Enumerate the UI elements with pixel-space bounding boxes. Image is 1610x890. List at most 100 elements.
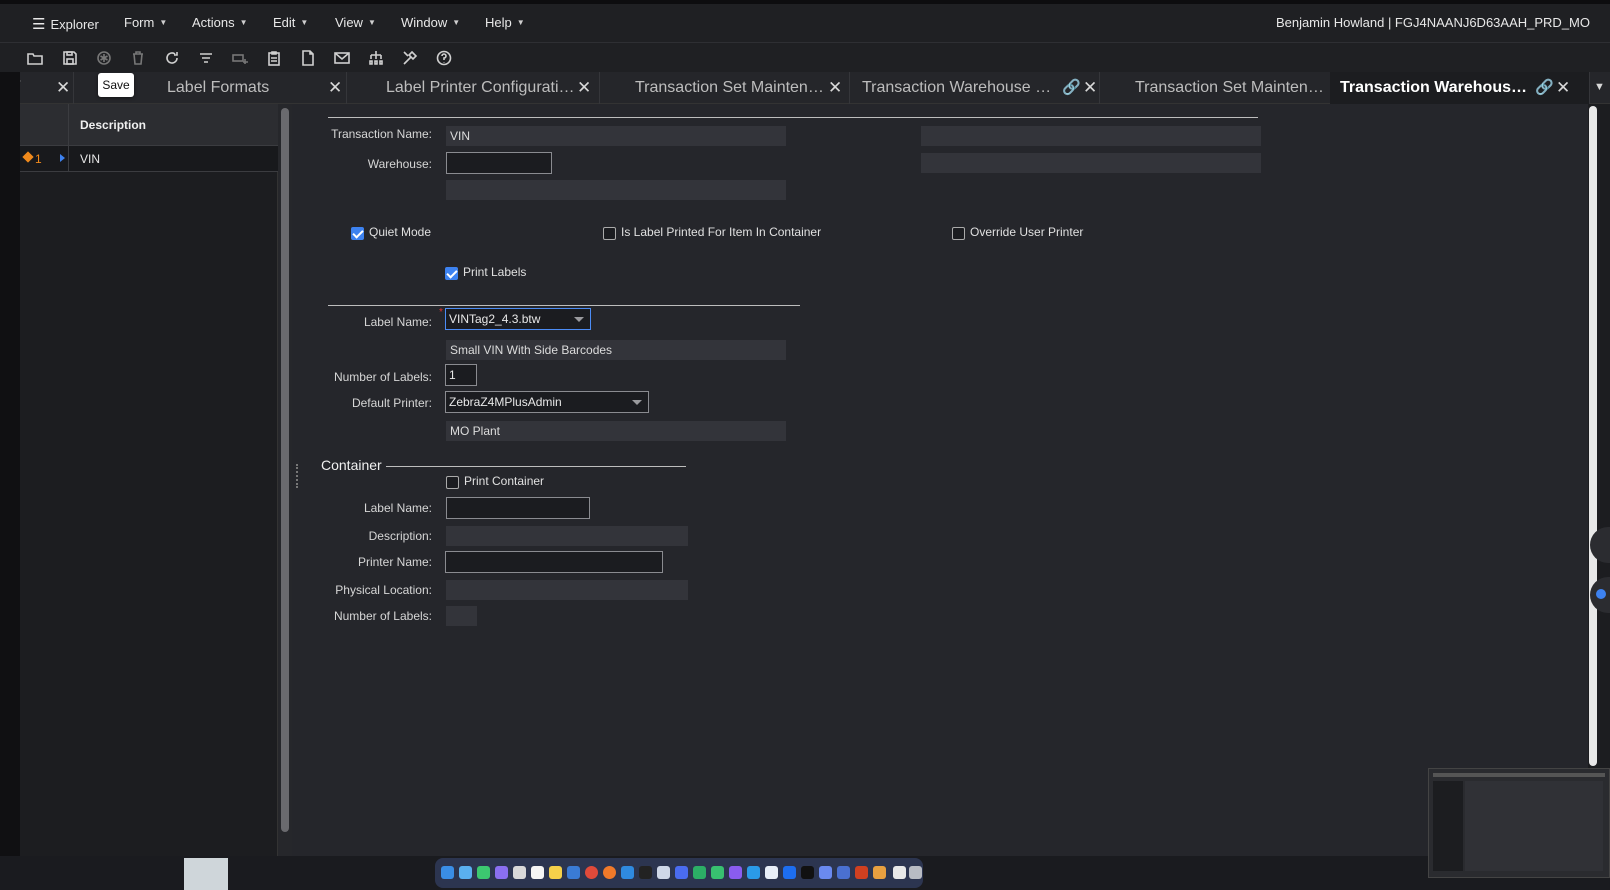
app-icon[interactable]	[855, 866, 868, 879]
delete-icon[interactable]	[127, 47, 149, 69]
user-info-text: Benjamin Howland | FGJ4NAANJ6D63AAH_PRD_…	[1275, 15, 1590, 30]
container-printer-name-input[interactable]	[445, 551, 663, 573]
window-preview-thumbnail[interactable]	[1428, 768, 1610, 878]
number-of-labels-input[interactable]: 1	[445, 364, 477, 386]
link-icon[interactable]: 🔗	[1062, 78, 1081, 96]
menu-form[interactable]: Form ▼	[124, 15, 167, 30]
print-labels-checkbox[interactable]	[445, 267, 458, 280]
default-printer-combobox[interactable]: ZebraZ4MPlusAdmin	[445, 391, 649, 413]
close-icon[interactable]: ✕	[328, 78, 342, 98]
menu-label: Help	[485, 15, 512, 30]
mail-app-icon[interactable]	[459, 866, 472, 879]
finder-icon[interactable]	[441, 866, 454, 879]
menu-view[interactable]: View ▼	[335, 15, 376, 30]
chevron-down-icon[interactable]: ▼	[1594, 81, 1605, 93]
app-icon[interactable]	[711, 866, 724, 879]
app-icon[interactable]	[801, 866, 814, 879]
dropdown-arrow-icon[interactable]	[632, 400, 642, 405]
window-thumbnail[interactable]	[184, 858, 228, 890]
app-icon[interactable]	[873, 866, 886, 879]
menu-window[interactable]: Window ▼	[401, 15, 460, 30]
printer-location-field: MO Plant	[446, 421, 786, 441]
tab-transaction-set-maintenance[interactable]: Transaction Set Mainten… ✕	[600, 72, 850, 104]
container-description-field	[446, 526, 688, 546]
mail-icon[interactable]	[331, 47, 353, 69]
warehouse-input[interactable]	[446, 152, 552, 174]
tab-overflow[interactable]: ▼	[1590, 72, 1610, 104]
print-container-checkbox[interactable]	[446, 476, 459, 489]
scrollbar-thumb[interactable]	[1589, 106, 1597, 766]
transaction-name-field: VIN	[446, 126, 786, 146]
hierarchy-icon[interactable]	[365, 47, 387, 69]
document-icon[interactable]	[297, 47, 319, 69]
column-header-description[interactable]: Description	[80, 118, 146, 132]
tab-transaction-warehouse-active[interactable]: Transaction Warehous… 🔗 ✕	[1330, 72, 1590, 104]
terminal-icon[interactable]	[639, 866, 652, 879]
app-icon[interactable]	[513, 866, 526, 879]
print-labels-label: Print Labels	[463, 265, 527, 279]
grid-divider	[68, 104, 69, 146]
tab-transaction-warehouse[interactable]: Transaction Warehouse … 🔗 ✕	[850, 72, 1100, 104]
asterisk-icon[interactable]	[93, 47, 115, 69]
number-of-labels-label: Number of Labels:	[333, 370, 432, 384]
vscode-icon[interactable]	[621, 866, 634, 879]
close-icon[interactable]: ✕	[577, 78, 591, 98]
tab-label-printer-configuration[interactable]: Label Printer Configurati… ✕	[347, 72, 600, 104]
notes-icon[interactable]	[549, 866, 562, 879]
app-icon[interactable]	[567, 866, 580, 879]
app-icon[interactable]	[837, 866, 850, 879]
grid-scrollbar[interactable]	[278, 104, 292, 856]
app-icon[interactable]	[819, 866, 832, 879]
clipboard-icon[interactable]	[263, 47, 285, 69]
default-printer-value: ZebraZ4MPlusAdmin	[449, 395, 562, 409]
messages-icon[interactable]	[477, 866, 490, 879]
trash-icon[interactable]	[909, 866, 922, 879]
app-icon[interactable]	[729, 866, 742, 879]
caret-down-icon: ▼	[159, 18, 168, 27]
explorer-button[interactable]: ☰ Explorer	[32, 15, 99, 33]
grid-header: Description	[20, 104, 278, 146]
app-icon[interactable]	[747, 866, 760, 879]
close-icon[interactable]: ✕	[1083, 78, 1097, 98]
app-icon[interactable]	[693, 866, 706, 879]
table-row[interactable]: 1 VIN	[20, 146, 278, 172]
chrome-icon[interactable]	[585, 866, 598, 879]
quiet-mode-checkbox[interactable]	[351, 227, 364, 240]
close-icon[interactable]: ✕	[828, 78, 842, 98]
menu-edit[interactable]: Edit ▼	[273, 15, 308, 30]
app-icon[interactable]	[495, 866, 508, 879]
container-physical-location-label: Physical Location:	[335, 583, 432, 597]
firefox-icon[interactable]	[603, 866, 616, 879]
refresh-icon[interactable]	[161, 47, 183, 69]
close-icon[interactable]: ✕	[56, 78, 70, 98]
menu-help[interactable]: Help ▼	[485, 15, 525, 30]
splitter-handle[interactable]	[296, 464, 300, 488]
is-label-printed-checkbox[interactable]	[603, 227, 616, 240]
scrollbar-thumb[interactable]	[281, 108, 289, 832]
app-icon[interactable]	[783, 866, 796, 879]
add-row-icon[interactable]	[229, 47, 251, 69]
form-scrollbar[interactable]	[1588, 104, 1598, 856]
filter-icon[interactable]	[195, 47, 217, 69]
document-icon[interactable]	[893, 866, 906, 879]
app-icon[interactable]	[657, 866, 670, 879]
caret-down-icon: ▼	[452, 18, 461, 27]
menu-actions[interactable]: Actions ▼	[192, 15, 248, 30]
label-name-combobox[interactable]: VINTag2_4.3.btw	[445, 308, 591, 330]
app-icon[interactable]	[675, 866, 688, 879]
tab-transaction-set-maintenance-2[interactable]: Transaction Set Mainten… ✕	[1100, 72, 1350, 104]
record-grid: Description 1 VIN	[20, 104, 278, 856]
tools-icon[interactable]	[399, 47, 421, 69]
help-icon[interactable]	[433, 47, 455, 69]
link-icon[interactable]: 🔗	[1535, 78, 1554, 96]
close-icon[interactable]: ✕	[1556, 78, 1570, 98]
dropdown-arrow-icon[interactable]	[574, 317, 584, 322]
override-user-printer-checkbox[interactable]	[952, 227, 965, 240]
tab-partial[interactable]: / ✕	[20, 72, 74, 104]
save-icon[interactable]	[59, 47, 81, 69]
preview-form	[1465, 781, 1603, 871]
app-icon[interactable]	[765, 866, 778, 879]
container-label-name-input[interactable]	[446, 497, 590, 519]
open-icon[interactable]	[24, 47, 46, 69]
calendar-icon[interactable]	[531, 866, 544, 879]
